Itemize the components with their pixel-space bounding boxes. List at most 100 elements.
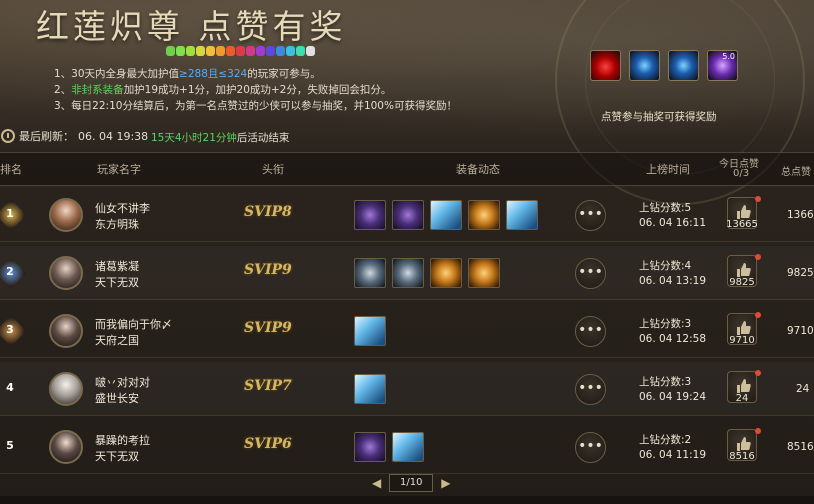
player-name[interactable]: 暴躁的考拉: [95, 432, 150, 448]
equipment-item-icon[interactable]: [392, 432, 424, 462]
today-like-count: 8516: [729, 451, 755, 462]
equipment-item-icon[interactable]: [392, 258, 424, 288]
thumb-up-icon: [737, 205, 751, 219]
rank-time: 06. 04 16:11: [639, 217, 706, 229]
today-like-count: 9825: [729, 277, 755, 288]
header-equip: 装备动态: [456, 163, 500, 176]
rule-2: 2、非封系装备加护19成功+1分，加护20成功+2分，失败掉回会扣分。: [54, 84, 392, 96]
clock-icon: [1, 129, 15, 143]
gem-segment: [226, 46, 235, 56]
prev-page-button[interactable]: ◀: [372, 476, 381, 490]
reward-red-gem-icon[interactable]: [590, 50, 621, 81]
reward-blue-orb-icon[interactable]: [629, 50, 660, 81]
equipment-item-icon[interactable]: [354, 316, 386, 346]
total-like-count: 9825: [787, 267, 814, 279]
gem-segment: [186, 46, 195, 56]
score-text: 上钻分数:2: [639, 434, 692, 446]
more-options-button[interactable]: •••: [575, 200, 606, 231]
more-options-button[interactable]: •••: [575, 432, 606, 463]
player-avatar[interactable]: [49, 256, 83, 290]
player-name[interactable]: 诸葛紫凝: [95, 258, 139, 274]
equipment-item-icon[interactable]: [430, 200, 462, 230]
equipment-item-icon[interactable]: [468, 258, 500, 288]
gem-segment: [166, 46, 175, 56]
player-avatar[interactable]: [49, 430, 83, 464]
header-total-likes: 总点赞: [781, 167, 811, 178]
gem-segment: [246, 46, 255, 56]
equipment-item-icon[interactable]: [354, 258, 386, 288]
header-title: 头衔: [262, 163, 284, 176]
notification-dot: [755, 370, 761, 376]
page-indicator: 1/10: [389, 474, 434, 492]
equipment-list: [354, 258, 500, 288]
notification-dot: [755, 196, 761, 202]
rank-time: 06. 04 11:19: [639, 449, 706, 461]
vip-badge: SVIP9: [244, 262, 292, 278]
reward-label: 点赞参与抽奖可获得奖励: [601, 111, 717, 123]
today-like-count: 9710: [729, 335, 755, 346]
player-avatar[interactable]: [49, 198, 83, 232]
today-like-count: 13665: [726, 219, 758, 230]
thumb-up-icon: [737, 263, 751, 277]
next-page-button[interactable]: ▶: [441, 476, 450, 490]
rule-1: 1、30天内全身最大加护值≥288且≤324的玩家可参与。: [54, 68, 321, 80]
equipment-item-icon[interactable]: [468, 200, 500, 230]
equipment-item-icon[interactable]: [354, 200, 386, 230]
equipment-list: [354, 200, 538, 230]
gem-segment: [206, 46, 215, 56]
total-like-count: 8516: [787, 441, 814, 453]
reward-blue-rune-icon[interactable]: [668, 50, 699, 81]
more-options-button[interactable]: •••: [575, 258, 606, 289]
total-like-count: 9710: [787, 325, 814, 337]
rule-3: 3、每日22:10分结算后，为第一名点赞过的少侠可以参与抽奖，并100%可获得奖…: [54, 100, 457, 112]
equipment-item-icon[interactable]: [506, 200, 538, 230]
equipment-list: [354, 374, 386, 404]
gem-segment: [296, 46, 305, 56]
more-options-button[interactable]: •••: [575, 374, 606, 405]
equipment-item-icon[interactable]: [392, 200, 424, 230]
gem-segment: [236, 46, 245, 56]
equipment-item-icon[interactable]: [354, 432, 386, 462]
score-text: 上钻分数:5: [639, 202, 692, 214]
gem-segment: [216, 46, 225, 56]
equipment-item-icon[interactable]: [430, 258, 462, 288]
thumb-up-icon: [737, 437, 751, 451]
player-name[interactable]: 仙女不讲李: [95, 200, 150, 216]
vip-badge: SVIP6: [244, 436, 292, 452]
player-server: 天下无双: [95, 276, 139, 289]
total-like-count: 24: [796, 383, 810, 395]
reward-purple-orb-icon[interactable]: 5.0: [707, 50, 738, 81]
gem-segment: [306, 46, 315, 56]
more-options-button[interactable]: •••: [575, 316, 606, 347]
rank-number: 2: [6, 265, 14, 278]
player-avatar[interactable]: [49, 314, 83, 348]
rank-time: 06. 04 19:24: [639, 391, 706, 403]
vip-badge: SVIP9: [244, 320, 292, 336]
player-server: 东方明珠: [95, 218, 139, 231]
rank-number: 4: [6, 381, 14, 394]
vip-badge: SVIP7: [244, 378, 292, 394]
equipment-item-icon[interactable]: [354, 374, 386, 404]
gem-segment: [196, 46, 205, 56]
thumb-up-icon: [737, 379, 751, 393]
notification-dot: [755, 312, 761, 318]
gem-segment: [176, 46, 185, 56]
player-name[interactable]: 而我偏向于你〆: [95, 316, 172, 332]
equipment-list: [354, 432, 424, 462]
equipment-list: [354, 316, 386, 346]
today-like-count: 24: [735, 393, 749, 404]
player-avatar[interactable]: [49, 372, 83, 406]
header-name: 玩家名字: [97, 163, 141, 176]
player-server: 天下无双: [95, 450, 139, 463]
header-time: 上榜时间: [646, 163, 690, 176]
reward-icons: 5.0: [590, 50, 738, 81]
rank-time: 06. 04 12:58: [639, 333, 706, 345]
header-rank: 排名: [0, 163, 22, 176]
score-text: 上钻分数:3: [639, 318, 692, 330]
player-name[interactable]: 啵丷对对对: [95, 374, 150, 390]
rank-number: 3: [6, 323, 14, 336]
notification-dot: [755, 428, 761, 434]
player-server: 天府之国: [95, 334, 139, 347]
gem-segment: [276, 46, 285, 56]
rank-time: 06. 04 13:19: [639, 275, 706, 287]
